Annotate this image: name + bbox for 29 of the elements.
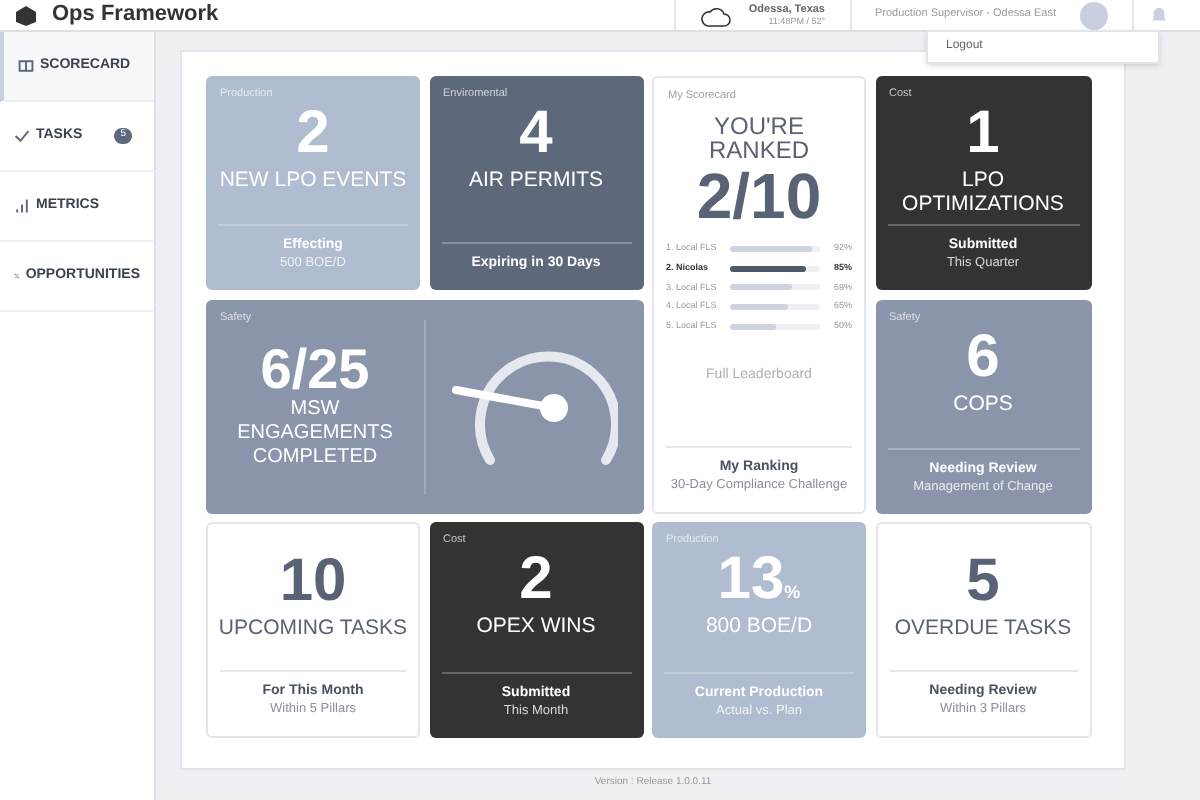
stat-number: 1 [966,104,1000,164]
stat-number: 5 [966,552,1000,612]
stat-number: 2 [519,550,553,610]
stat-title: NEW LPO EVENTS [217,168,409,192]
stat-title: LPO OPTIMIZATIONS [900,168,1066,216]
stat-title: COPS [951,391,1015,415]
avatar[interactable] [1080,1,1108,29]
stat-unit: % [784,579,801,605]
stat-title: AIR PERMITS [466,168,606,192]
bar-chart-icon [14,198,30,214]
cloud-icon [700,3,733,27]
check-icon [14,128,30,144]
stat-number: 4 [519,104,553,164]
stat-title: 800 BOE/D [703,614,815,638]
bell-icon[interactable] [1150,6,1168,24]
gauge-value: 6/25 [260,342,370,398]
app-title: Ops Framework [52,0,219,31]
stat-title: OVERDUE TASKS [892,616,1074,640]
stat-title: OPEX WINS [474,614,598,638]
rank-heading: YOU'RE RANKED [706,114,811,162]
stat-title: UPCOMING TASKS [216,616,410,640]
stat-number: 2 [296,104,330,164]
cube-logo-icon [16,5,36,25]
stat-number: 6 [966,327,1000,387]
gauge-label: MSW ENGAGEMENTS COMPLETED [235,398,395,470]
card-icon [18,58,34,74]
rank-value: 2/10 [696,162,822,230]
stat-number: 10 [279,552,347,612]
stat-number: 13 [717,550,785,610]
